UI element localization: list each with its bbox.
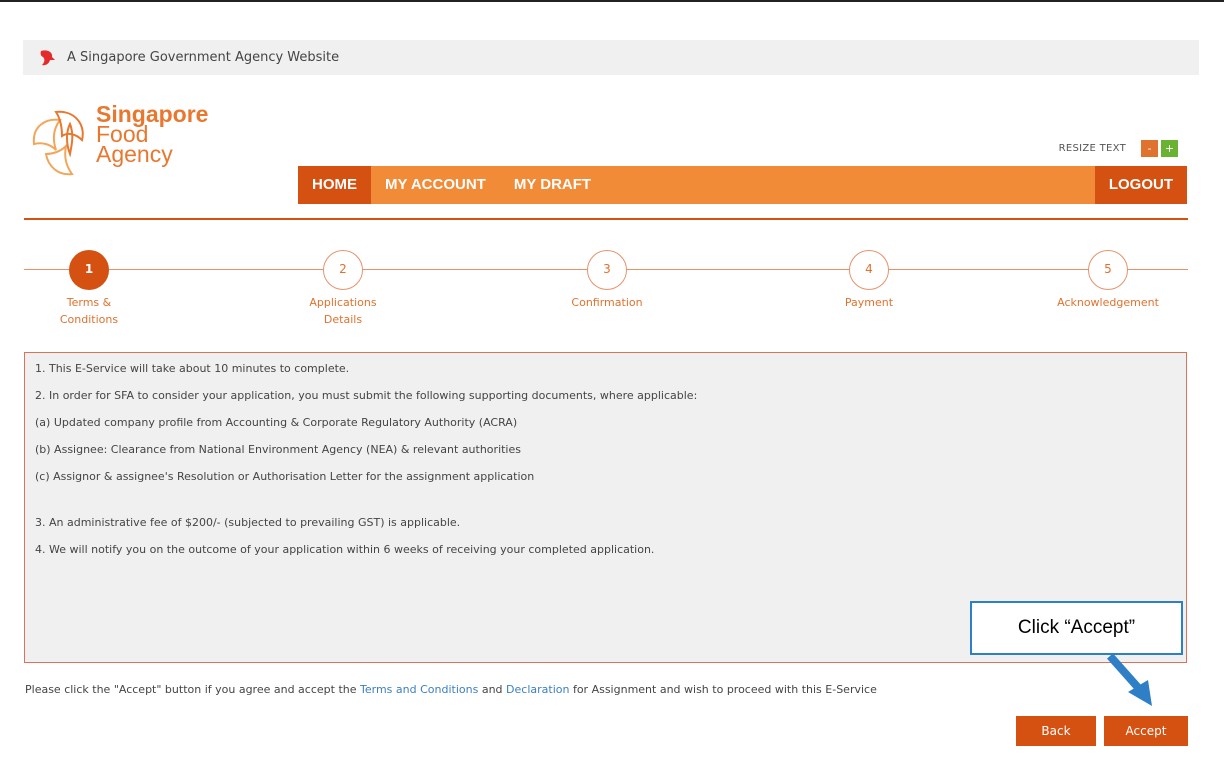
step-1-circle: 1 — [69, 250, 109, 290]
step-2-label-2: Details — [323, 313, 363, 326]
step-3: 3 Confirmation — [527, 250, 687, 311]
terms-item-2: 2. In order for SFA to consider your app… — [35, 389, 698, 402]
step-4: 4 Payment — [789, 250, 949, 311]
sfa-logo-mark-icon — [32, 110, 84, 176]
step-2: 2 Applications Details — [263, 250, 423, 328]
arrow-down-right-icon — [1107, 653, 1152, 706]
gov-banner: A Singapore Government Agency Website — [23, 40, 1199, 75]
progress-stepper: 1 Terms & Conditions 2 Applications Detail… — [24, 240, 1188, 350]
terms-item-2a: (a) Updated company profile from Account… — [35, 416, 518, 429]
increase-text-button[interactable]: + — [1161, 140, 1178, 157]
resize-text-control: RESIZE TEXT - + — [1059, 140, 1178, 157]
lion-head-icon — [40, 49, 55, 65]
gov-banner-text: A Singapore Government Agency Website — [67, 50, 340, 65]
terms-item-3: 3. An administrative fee of $200/- (subj… — [35, 516, 461, 529]
nav-logout[interactable]: LOGOUT — [1094, 166, 1187, 204]
terms-item-1: 1. This E-Service will take about 10 min… — [35, 362, 350, 375]
decrease-text-button[interactable]: - — [1141, 140, 1158, 157]
declaration-link[interactable]: Declaration — [506, 683, 569, 696]
logo-text: Singapore Food Agency — [96, 103, 208, 167]
terms-item-2b: (b) Assignee: Clearance from National En… — [35, 443, 521, 456]
instruction-text-middle: and — [478, 683, 507, 696]
step-5: 5 Acknowledgement — [1028, 250, 1188, 311]
header-divider — [24, 218, 1188, 220]
logo-line3: Agency — [96, 141, 173, 167]
main-nav: HOME MY ACCOUNT MY DRAFT LOGOUT — [298, 166, 1187, 204]
step-3-label: Confirmation — [571, 296, 643, 309]
click-accept-callout: Click “Accept” — [970, 601, 1183, 655]
nav-my-draft[interactable]: MY DRAFT — [500, 166, 605, 204]
step-1: 1 Terms & Conditions — [9, 250, 169, 328]
instruction-text-after: for Assignment and wish to proceed with … — [569, 683, 877, 696]
step-3-circle: 3 — [587, 250, 627, 290]
step-4-label: Payment — [844, 296, 894, 309]
step-1-label: Terms & — [66, 296, 112, 309]
terms-item-4: 4. We will notify you on the outcome of … — [35, 543, 655, 556]
nav-home[interactable]: HOME — [298, 166, 371, 204]
step-5-label: Acknowledgement — [1057, 296, 1159, 309]
step-5-circle: 5 — [1088, 250, 1128, 290]
accept-instruction: Please click the "Accept" button if you … — [25, 683, 877, 696]
nav-my-account[interactable]: MY ACCOUNT — [371, 166, 500, 204]
accept-button[interactable]: Accept — [1104, 716, 1188, 746]
terms-and-conditions-link[interactable]: Terms and Conditions — [360, 683, 478, 696]
terms-item-2c: (c) Assignor & assignee's Resolution or … — [35, 470, 535, 483]
step-4-circle: 4 — [849, 250, 889, 290]
instruction-text-before: Please click the "Accept" button if you … — [25, 683, 361, 696]
top-rule — [0, 0, 1224, 2]
step-1-label-2: Conditions — [59, 313, 119, 326]
step-2-label: Applications — [309, 296, 377, 309]
step-2-circle: 2 — [323, 250, 363, 290]
resize-text-label: RESIZE TEXT — [1058, 143, 1126, 154]
sfa-logo[interactable]: Singapore Food Agency — [26, 103, 246, 184]
back-button[interactable]: Back — [1016, 716, 1096, 746]
